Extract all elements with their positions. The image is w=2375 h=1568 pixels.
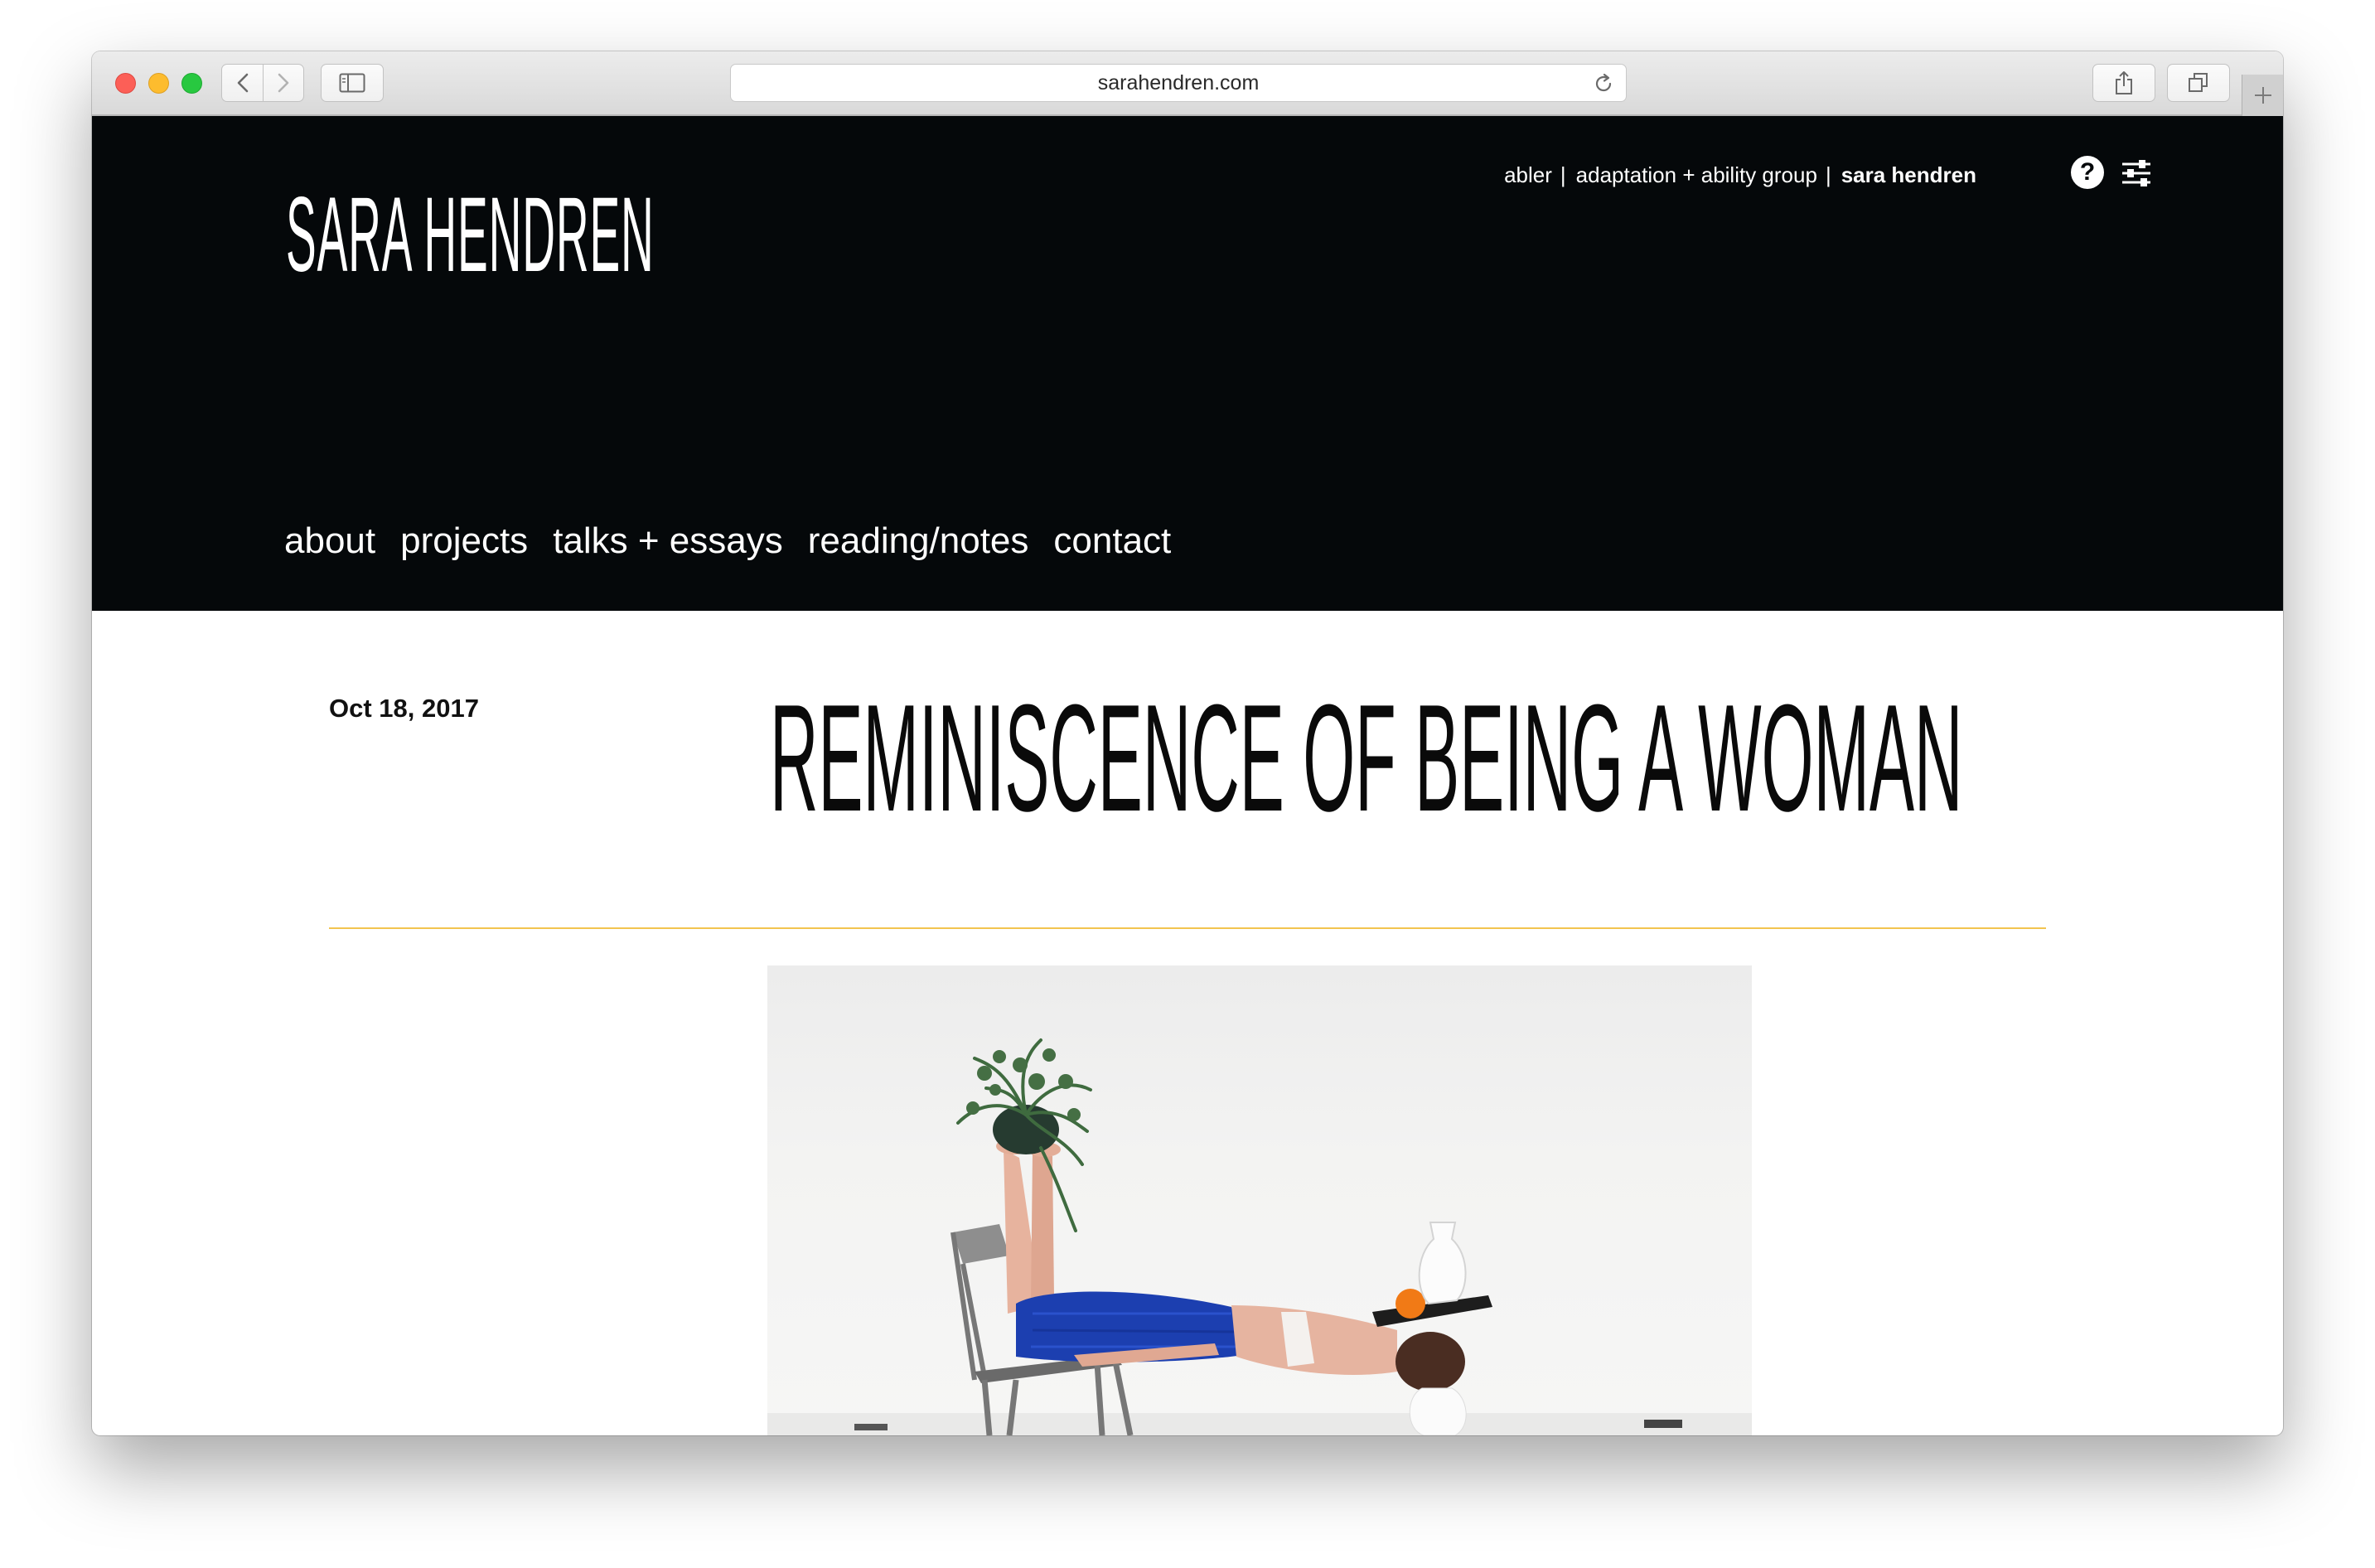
sidebar-icon <box>339 73 365 93</box>
network-nav: abler | adaptation + ability group | sar… <box>1504 162 1976 188</box>
network-link-sara-hendren[interactable]: sara hendren <box>1841 162 1976 188</box>
share-button[interactable] <box>2092 64 2155 102</box>
main-nav: about projects talks + essays reading/no… <box>284 520 1171 562</box>
photo-illustration <box>767 1038 1752 1435</box>
settings-sliders-icon[interactable] <box>2121 159 2152 187</box>
plus-icon <box>2254 87 2271 104</box>
nav-separator: | <box>1825 162 1831 187</box>
nav-contact[interactable]: contact <box>1053 520 1171 562</box>
woman-balancing-objects-photo <box>767 965 1752 1435</box>
title-divider <box>329 927 2046 929</box>
browser-toolbar: sarahendren.com <box>92 51 2283 116</box>
nav-reading-notes[interactable]: reading/notes <box>808 520 1029 562</box>
back-button[interactable] <box>222 65 263 101</box>
nav-talks-essays[interactable]: talks + essays <box>553 520 783 562</box>
nav-about[interactable]: about <box>284 520 375 562</box>
close-window-button[interactable] <box>115 73 136 94</box>
nav-projects[interactable]: projects <box>400 520 528 562</box>
zoom-window-button[interactable] <box>181 73 202 94</box>
post-date: Oct 18, 2017 <box>329 694 479 723</box>
share-icon <box>2116 71 2132 94</box>
site-header: SARA HENDREN abler | adaptation + abilit… <box>92 116 2283 611</box>
site-logo[interactable]: SARA HENDREN <box>286 182 655 288</box>
tab-overview-button[interactable] <box>2167 64 2230 102</box>
sidebar-button[interactable] <box>321 64 384 102</box>
chevron-left-icon <box>237 73 248 93</box>
url-text: sarahendren.com <box>1097 70 1260 94</box>
browser-window: sarahendren.com SARA HENDREN abler | ada… <box>92 51 2283 1435</box>
history-nav <box>221 64 304 102</box>
reload-icon[interactable] <box>1593 73 1614 94</box>
new-tab-button[interactable] <box>2242 75 2283 116</box>
chevron-right-icon <box>278 73 289 93</box>
post-title: REMINISCENCE OF BEING A WOMAN <box>770 672 1963 843</box>
minimize-window-button[interactable] <box>148 73 169 94</box>
help-icon[interactable]: ? <box>2071 156 2104 189</box>
network-link-abler[interactable]: abler <box>1504 162 1552 188</box>
network-link-adaptation-ability-group[interactable]: adaptation + ability group <box>1576 162 1817 188</box>
tabs-icon <box>2189 73 2208 92</box>
address-bar[interactable]: sarahendren.com <box>730 64 1627 102</box>
nav-separator: | <box>1560 162 1566 187</box>
forward-button[interactable] <box>263 65 303 101</box>
